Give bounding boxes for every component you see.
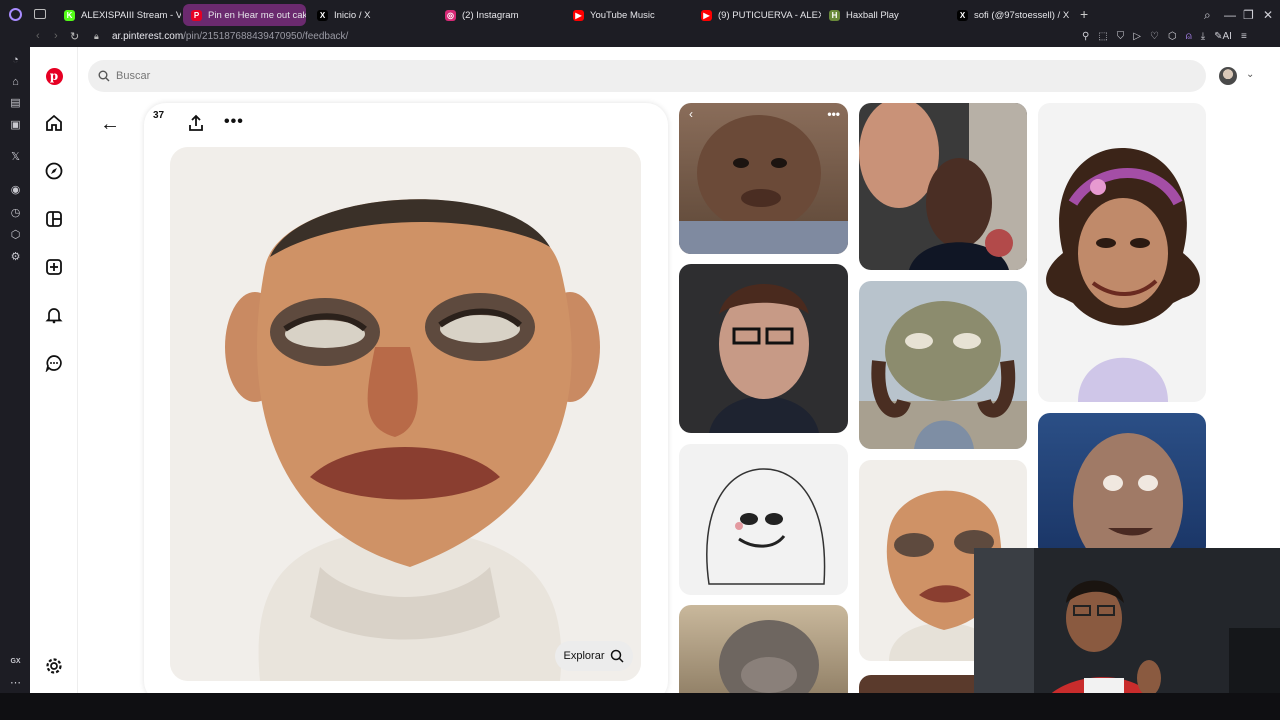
tab-label: Inicio / X xyxy=(334,9,371,21)
tab-favicon-icon: ◎ xyxy=(445,9,456,21)
play-icon[interactable]: ▷ xyxy=(1133,31,1141,42)
browser-tab[interactable]: Xsofi (@97stoessell) / X xyxy=(949,4,1077,26)
tab-favicon-icon: X xyxy=(317,9,328,21)
explore-button[interactable]: Explorar xyxy=(555,641,633,671)
browser-tab[interactable]: ▶ YouTube Music xyxy=(565,4,693,26)
tab-label: ALEXISPAIII Stream - V xyxy=(81,9,181,21)
explore-compass-icon[interactable] xyxy=(44,161,64,181)
address-bar: ‹ › ↻ 🔒︎ ar.pinterest.com/pin/2151876884… xyxy=(0,29,1280,47)
pin-icon[interactable]: ⚲ xyxy=(1082,31,1089,42)
new-tab-icon[interactable]: + xyxy=(1080,6,1088,22)
snapshot-icon[interactable]: ⬚ xyxy=(1098,31,1107,42)
pinterest-logo-icon[interactable]: p xyxy=(44,66,64,86)
browser-sidebar: ◔ ⌂ ▤ ▣ 𝕏 ◉ ◷ ⬡ ⚙ GX ⋯ xyxy=(0,47,30,693)
settings-icon[interactable] xyxy=(44,656,64,676)
opera-logo-icon[interactable] xyxy=(9,8,22,21)
browser-tab-bar: K ALEXISPAIII Stream - V P Pin en Hear me o… xyxy=(0,0,1280,29)
tab-label: (9) PUTICUERVA - ALEXI xyxy=(718,9,821,21)
tab-favicon-icon: X xyxy=(957,9,968,21)
extensions-icon[interactable]: ⬡ xyxy=(1168,31,1177,42)
related-pin-10[interactable] xyxy=(1038,413,1206,558)
search-tabs-icon[interactable]: ⌕ xyxy=(1204,8,1211,23)
tab-favicon-icon: ▶ xyxy=(701,9,712,21)
tab-label: Haxball Play xyxy=(846,9,899,21)
notifications-bell-icon[interactable] xyxy=(44,305,64,325)
browser-tab[interactable]: X Inicio / X xyxy=(309,4,437,26)
search-placeholder: Buscar xyxy=(116,70,151,82)
menu-icon[interactable]: ≡ xyxy=(1241,31,1247,42)
reaction-count: 37 xyxy=(153,110,165,121)
create-icon[interactable] xyxy=(44,257,64,277)
player-icon[interactable]: ◉ xyxy=(9,184,22,197)
rgb-icon[interactable]: ▤ xyxy=(9,97,22,110)
pin-back-icon[interactable]: ‹ xyxy=(689,107,693,121)
shield-icon[interactable]: ⛉ xyxy=(1117,31,1125,42)
download-icon[interactable]: ⤓ xyxy=(1201,31,1205,42)
tab-label: sofi (@97stoessell) / X xyxy=(974,9,1070,21)
lock-icon: 🔒︎ xyxy=(94,31,99,41)
pinterest-nav: p xyxy=(30,47,78,693)
pin-more-icon[interactable]: ••• xyxy=(827,107,840,121)
cleaner-icon[interactable]: ⌂ xyxy=(9,76,22,89)
tab-islands-icon[interactable] xyxy=(34,9,46,19)
search-icon xyxy=(98,70,110,82)
messages-icon[interactable] xyxy=(44,353,64,373)
extensions-sidebar-icon[interactable]: ⬡ xyxy=(9,229,22,242)
search-input[interactable]: Buscar xyxy=(88,60,1206,92)
related-pin-1[interactable]: ••• ‹ xyxy=(679,103,848,254)
explore-label: Explorar xyxy=(563,650,605,662)
pin-main-image[interactable] xyxy=(170,147,641,681)
heart-icon[interactable]: ♡ xyxy=(1150,31,1159,42)
related-pin-3[interactable] xyxy=(679,444,848,595)
tab-favicon-icon: ▶ xyxy=(573,9,584,21)
browser-tab[interactable]: P Pin en Hear me out cake xyxy=(183,4,306,26)
related-pin-2[interactable] xyxy=(679,264,848,433)
maximize-icon[interactable]: ❐ xyxy=(1243,8,1254,22)
bottom-bar xyxy=(0,693,1280,720)
tab-favicon-icon: H xyxy=(829,9,840,21)
reload-icon[interactable]: ↻ xyxy=(70,30,79,43)
more-options-icon[interactable]: ••• xyxy=(224,113,244,131)
related-pin-9[interactable] xyxy=(1038,103,1206,402)
home-icon[interactable] xyxy=(44,113,64,133)
tab-label: YouTube Music xyxy=(590,9,655,21)
tab-favicon-icon: P xyxy=(191,9,202,21)
browser-tab[interactable]: ▶ (9) PUTICUERVA - ALEXI xyxy=(693,4,821,26)
related-pin-4[interactable] xyxy=(679,605,848,693)
browser-tab[interactable]: K ALEXISPAIII Stream - V xyxy=(56,4,181,26)
related-pin-5[interactable] xyxy=(859,103,1027,270)
tab-favicon-icon: K xyxy=(64,9,75,21)
browser-tab[interactable]: H Haxball Play xyxy=(821,4,949,26)
tab-label: (2) Instagram xyxy=(462,9,519,21)
url-field[interactable]: ar.pinterest.com/pin/215187688439470950/… xyxy=(112,31,348,42)
messenger-icon[interactable]: ▣ xyxy=(9,119,22,132)
gx-control-icon[interactable]: ◔ xyxy=(9,54,22,67)
visual-search-icon xyxy=(611,649,625,663)
gx-corner-label: GX xyxy=(10,658,21,665)
account-chevron-down-icon[interactable]: ⌄ xyxy=(1246,69,1254,80)
related-pin-6[interactable] xyxy=(859,281,1027,449)
profile-icon[interactable]: ⍝ xyxy=(1186,31,1192,42)
sidebar-more-icon[interactable]: ⋯ xyxy=(9,677,22,690)
browser-tab[interactable]: ◎ (2) Instagram xyxy=(437,4,565,26)
back-arrow-icon[interactable]: ← xyxy=(100,113,120,136)
forward-nav-icon[interactable]: › xyxy=(54,30,58,42)
aria-ai-button[interactable]: ✎AI xyxy=(1214,31,1232,42)
close-window-icon[interactable]: ✕ xyxy=(1263,8,1273,22)
tab-label: Pin en Hear me out cake xyxy=(208,9,306,21)
share-icon[interactable] xyxy=(187,114,205,137)
minimize-icon[interactable]: — xyxy=(1224,8,1236,22)
history-icon[interactable]: ◷ xyxy=(9,207,22,220)
back-nav-icon[interactable]: ‹ xyxy=(36,30,40,42)
boards-icon[interactable] xyxy=(44,209,64,229)
avatar[interactable] xyxy=(1219,67,1237,85)
x-sidebar-icon[interactable]: 𝕏 xyxy=(9,151,22,164)
settings-sidebar-icon[interactable]: ⚙ xyxy=(9,251,22,264)
